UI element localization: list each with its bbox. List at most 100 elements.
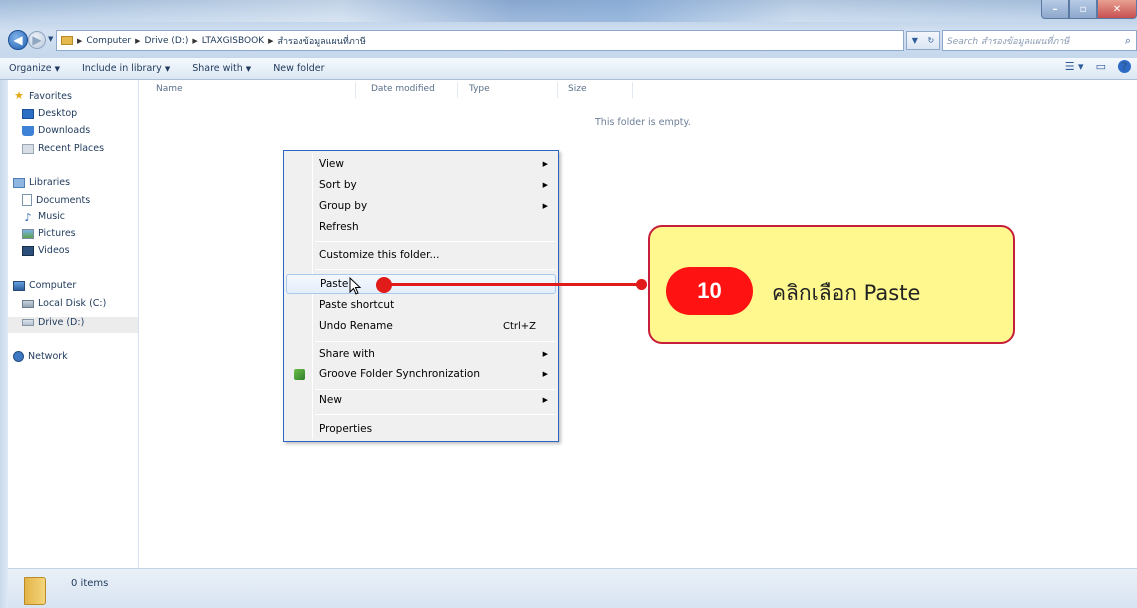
chevron-down-icon: ▼ <box>54 65 60 73</box>
chevron-right-icon: ▶ <box>77 36 83 45</box>
navigation-pane: ★ Favorites Desktop Downloads Recent Plac… <box>8 80 139 568</box>
menu-item-view[interactable]: View ▶ <box>286 154 556 174</box>
nav-item-network[interactable]: Network <box>13 351 68 362</box>
breadcrumb-ltaxgisbook[interactable]: LTAXGISBOOK <box>202 36 264 46</box>
search-placeholder: Search สำรองข้อมูลแผนที่ภาษี <box>947 36 1070 47</box>
search-icon[interactable]: ⌕ <box>1125 34 1131 48</box>
organize-label: Organize <box>9 63 52 74</box>
chevron-right-icon: ▶ <box>135 36 141 45</box>
breadcrumb-drive-d[interactable]: Drive (D:) <box>145 36 189 46</box>
column-divider[interactable] <box>457 82 458 98</box>
breadcrumb-current-folder[interactable]: สำรองข้อมูลแผนที่ภาษี <box>277 34 365 48</box>
menu-label: Groove Folder Synchronization <box>319 368 480 380</box>
nav-item-downloads[interactable]: Downloads <box>22 125 90 136</box>
address-dropdown-icon[interactable]: ▼ <box>912 36 918 45</box>
menu-label: Paste shortcut <box>319 299 395 311</box>
menu-separator <box>315 414 555 415</box>
search-input[interactable]: Search สำรองข้อมูลแผนที่ภาษี ⌕ <box>942 30 1137 51</box>
menu-item-paste-shortcut[interactable]: Paste shortcut <box>286 295 556 315</box>
menu-item-customize-folder[interactable]: Customize this folder... <box>286 245 556 265</box>
breadcrumb-computer[interactable]: Computer <box>86 36 131 46</box>
nav-item-libraries[interactable]: Libraries <box>13 177 70 188</box>
drive-icon <box>22 319 34 326</box>
view-controls: ☰ ▾ ▭ ? <box>1065 60 1131 73</box>
downloads-icon <box>22 125 34 136</box>
chevron-down-icon: ▼ <box>245 65 252 73</box>
callout-dot-start <box>376 277 392 293</box>
new-folder-button[interactable]: New folder <box>273 63 324 74</box>
folder-icon <box>61 36 73 45</box>
nav-item-desktop[interactable]: Desktop <box>22 108 77 119</box>
nav-item-music[interactable]: ♪ Music <box>22 211 66 223</box>
menu-item-undo-rename[interactable]: Undo Rename Ctrl+Z <box>286 316 556 336</box>
column-header-type[interactable]: Type <box>469 84 490 94</box>
menu-label: New <box>319 394 342 406</box>
menu-label: Customize this folder... <box>319 249 440 261</box>
share-with-button[interactable]: Share with ▼ <box>192 63 251 74</box>
recent-pages-dropdown[interactable]: ▼ <box>48 35 53 43</box>
menu-label: Sort by <box>319 179 357 191</box>
column-header-date-modified[interactable]: Date modified <box>371 84 435 94</box>
nav-item-documents[interactable]: Documents <box>22 194 90 206</box>
nav-item-recent-places[interactable]: Recent Places <box>22 143 104 154</box>
view-options-icon[interactable]: ☰ ▾ <box>1065 60 1084 73</box>
preview-pane-icon[interactable]: ▭ <box>1096 60 1106 73</box>
menu-label: Properties <box>319 423 373 435</box>
menu-item-new[interactable]: New ▶ <box>286 390 556 410</box>
menu-separator <box>315 269 555 270</box>
item-count: 0 items <box>71 578 109 589</box>
nav-label: Downloads <box>38 125 91 136</box>
nav-label: Favorites <box>29 90 72 102</box>
star-icon: ★ <box>14 89 24 102</box>
chevron-right-icon: ▶ <box>192 36 198 45</box>
maximize-button[interactable]: ▫ <box>1069 0 1097 19</box>
title-bar: – ▫ ✕ ◀ ▶ ▼ ▶ Computer ▶ Drive (D:) ▶ LT… <box>0 0 1137 58</box>
menu-item-group-by[interactable]: Group by ▶ <box>286 196 556 216</box>
column-divider[interactable] <box>557 82 558 98</box>
nav-label: Music <box>38 211 66 222</box>
refresh-icon[interactable]: ↻ <box>928 36 935 45</box>
menu-item-properties[interactable]: Properties <box>286 419 556 439</box>
forward-button[interactable]: ▶ <box>28 31 46 49</box>
nav-label: Computer <box>29 280 77 291</box>
include-in-library-button[interactable]: Include in library ▼ <box>82 63 170 74</box>
command-bar: Organize ▼ Include in library ▼ Share with… <box>0 58 1137 80</box>
empty-folder-message: This folder is empty. <box>595 117 691 128</box>
nav-item-computer[interactable]: Computer <box>13 280 76 291</box>
menu-label: Group by <box>319 200 368 212</box>
videos-icon <box>22 245 34 256</box>
share-with-label: Share with <box>192 63 243 74</box>
pictures-icon <box>22 228 34 239</box>
back-button[interactable]: ◀ <box>8 30 28 50</box>
submenu-arrow-icon: ▶ <box>542 181 548 189</box>
column-header-size[interactable]: Size <box>568 84 586 94</box>
organize-button[interactable]: Organize ▼ <box>9 63 60 74</box>
menu-item-sort-by[interactable]: Sort by ▶ <box>286 175 556 195</box>
menu-item-groove-sync[interactable]: Groove Folder Synchronization ▶ <box>286 364 556 384</box>
minimize-button[interactable]: – <box>1041 0 1069 19</box>
mouse-cursor-icon <box>349 277 362 295</box>
column-header-name[interactable]: Name <box>156 84 183 94</box>
menu-item-share-with[interactable]: Share with ▶ <box>286 344 556 364</box>
help-icon[interactable]: ? <box>1118 60 1131 73</box>
nav-item-pictures[interactable]: Pictures <box>22 228 76 239</box>
nav-label: Videos <box>38 245 70 256</box>
column-divider[interactable] <box>355 82 356 98</box>
include-in-library-label: Include in library <box>81 63 162 74</box>
close-button[interactable]: ✕ <box>1097 0 1137 19</box>
callout-dot-end <box>636 279 647 290</box>
nav-item-favorites[interactable]: ★ Favorites <box>13 90 72 102</box>
address-bar[interactable]: ▶ Computer ▶ Drive (D:) ▶ LTAXGISBOOK ▶ … <box>56 30 904 51</box>
menu-separator <box>315 241 555 242</box>
status-bar: 0 items <box>8 568 1137 608</box>
nav-label: Pictures <box>38 228 76 239</box>
nav-item-videos[interactable]: Videos <box>22 245 70 256</box>
submenu-arrow-icon: ▶ <box>542 370 548 378</box>
menu-item-refresh[interactable]: Refresh <box>286 217 556 237</box>
nav-label: Desktop <box>38 108 78 119</box>
nav-item-local-disk[interactable]: Local Disk (C:) <box>22 298 106 309</box>
desktop-icon <box>22 108 34 119</box>
submenu-arrow-icon: ▶ <box>542 160 548 168</box>
column-divider[interactable] <box>632 82 633 98</box>
nav-item-drive-d[interactable]: Drive (D:) <box>22 317 84 328</box>
